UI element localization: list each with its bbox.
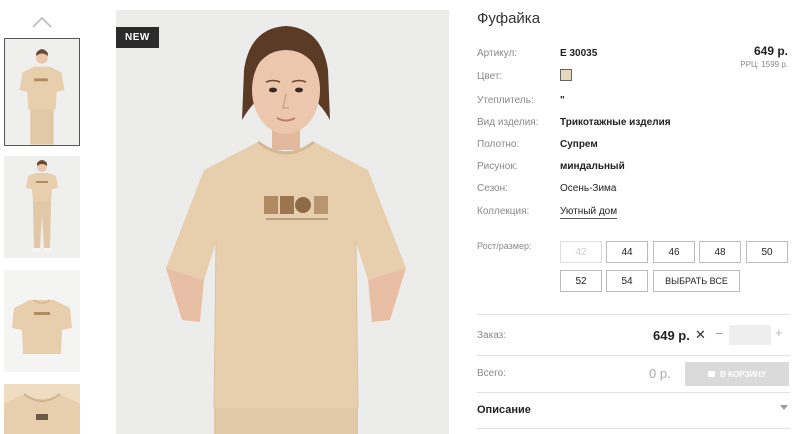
attr-value: Е 30035 xyxy=(560,48,598,59)
size-option-48[interactable]: 48 xyxy=(699,241,741,263)
total-price: 0 р. xyxy=(649,366,671,381)
attr-value: " xyxy=(560,95,565,106)
divider xyxy=(477,428,790,429)
thumbnail-4[interactable] xyxy=(4,384,80,434)
collection-link[interactable]: Уютный дом xyxy=(560,206,618,219)
divider xyxy=(477,355,790,356)
attr-collection: Коллекция: Уютный дом xyxy=(477,206,790,222)
minus-icon[interactable]: − xyxy=(715,325,723,341)
attr-label: Коллекция: xyxy=(477,206,530,217)
attr-fabric: Полотно: Супрем xyxy=(477,139,790,155)
description-toggle[interactable]: Описание xyxy=(477,404,531,416)
chevron-up-icon xyxy=(32,16,52,28)
size-option-54[interactable]: 54 xyxy=(606,270,648,292)
attr-product-type: Вид изделия: Трикотажные изделия xyxy=(477,117,790,133)
total-label: Всего: xyxy=(477,368,506,379)
size-option-46[interactable]: 46 xyxy=(653,241,695,263)
main-product-image[interactable] xyxy=(116,10,449,434)
attr-label: Рисунок: xyxy=(477,161,518,172)
size-label: Рост/размер: xyxy=(477,241,532,251)
attr-label: Вид изделия: xyxy=(477,117,539,128)
attr-label: Полотно: xyxy=(477,139,520,150)
size-option-52[interactable]: 52 xyxy=(560,270,602,292)
order-price: 649 р. xyxy=(653,328,690,343)
quantity-input[interactable] xyxy=(729,325,771,345)
select-all-sizes-button[interactable]: ВЫБРАТЬ ВСЕ xyxy=(653,270,740,292)
attr-article: Артикул: Е 30035 xyxy=(477,48,790,64)
attr-color: Цвет: xyxy=(477,69,790,87)
attr-pattern: Рисунок: миндальный xyxy=(477,161,790,177)
thumbnail-2[interactable] xyxy=(4,156,80,258)
thumbnail-1[interactable] xyxy=(4,38,80,146)
color-swatch[interactable] xyxy=(560,69,572,81)
size-option-42[interactable]: 42 xyxy=(560,241,602,263)
divider xyxy=(477,392,790,393)
attr-label: Сезон: xyxy=(477,183,508,194)
attr-label: Утеплитель: xyxy=(477,95,534,106)
attr-value: Супрем xyxy=(560,139,598,150)
thumbnail-3[interactable] xyxy=(4,270,80,372)
attr-value: Осень-Зима xyxy=(560,183,617,194)
new-badge: NEW xyxy=(116,27,159,48)
thumbnails-up-arrow[interactable] xyxy=(30,12,54,32)
add-to-cart-button[interactable]: В КОРЗИНУ xyxy=(685,362,789,386)
chevron-down-icon[interactable] xyxy=(780,405,788,411)
attr-label: Цвет: xyxy=(477,71,503,82)
attr-season: Сезон: Осень-Зима xyxy=(477,183,790,199)
cart-icon xyxy=(708,371,716,377)
cart-button-label: В КОРЗИНУ xyxy=(720,369,766,379)
close-icon[interactable]: ✕ xyxy=(695,327,706,343)
attr-label: Артикул: xyxy=(477,48,518,59)
size-option-44[interactable]: 44 xyxy=(606,241,648,263)
plus-icon[interactable]: + xyxy=(775,325,783,340)
product-title: Фуфайка xyxy=(477,10,541,27)
size-option-50[interactable]: 50 xyxy=(746,241,788,263)
attr-value: Трикотажные изделия xyxy=(560,117,671,128)
order-label: Заказ: xyxy=(477,330,507,341)
attr-insulation: Утеплитель: " xyxy=(477,95,790,111)
attr-value: миндальный xyxy=(560,161,625,172)
divider xyxy=(477,314,790,315)
